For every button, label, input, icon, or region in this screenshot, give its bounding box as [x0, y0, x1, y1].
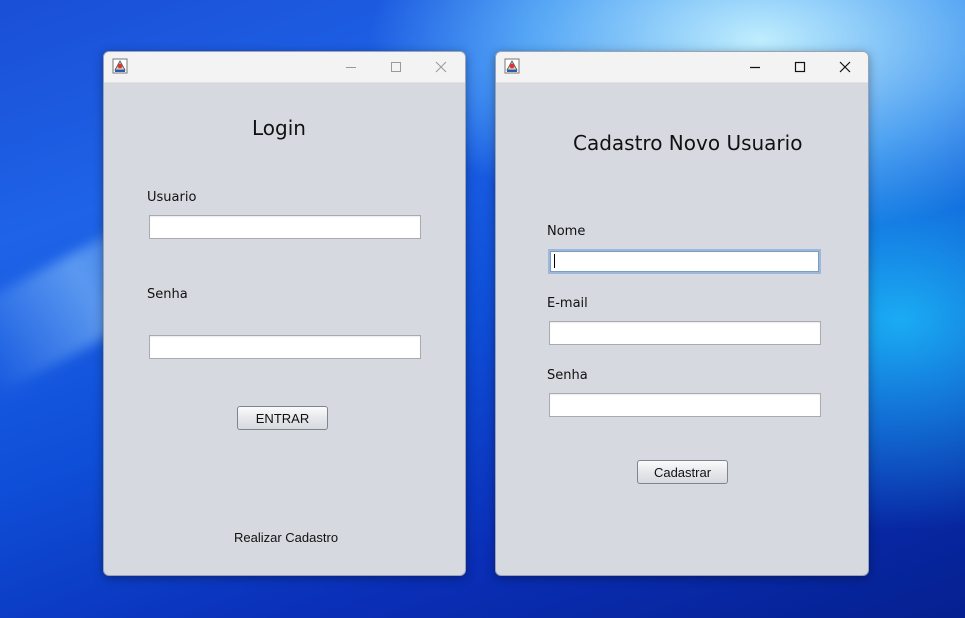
nome-input[interactable] [548, 249, 821, 274]
close-button[interactable] [418, 52, 464, 82]
realizar-cadastro-link[interactable]: Realizar Cadastro [234, 530, 338, 545]
close-icon [435, 61, 447, 73]
register-window: Cadastro Novo Usuario Nome E-mail Senha … [495, 51, 869, 576]
maximize-icon [391, 62, 401, 72]
close-button[interactable] [822, 52, 868, 82]
minimize-icon [750, 66, 760, 69]
close-icon [839, 61, 851, 73]
minimize-button[interactable] [732, 52, 778, 82]
register-senha-input[interactable] [549, 393, 821, 417]
login-titlebar[interactable] [104, 52, 465, 83]
maximize-button[interactable] [777, 52, 823, 82]
login-heading: Login [252, 116, 306, 140]
login-window: Login Usuario Senha ENTRAR Realizar Cada… [103, 51, 466, 576]
email-label: E-mail [547, 296, 588, 311]
maximize-button[interactable] [373, 52, 419, 82]
register-senha-label: Senha [547, 368, 588, 383]
cadastrar-button[interactable]: Cadastrar [637, 460, 728, 484]
usuario-label: Usuario [147, 190, 197, 205]
maximize-icon [794, 61, 806, 73]
register-heading: Cadastro Novo Usuario [573, 131, 803, 155]
register-titlebar[interactable] [496, 52, 868, 83]
usuario-input[interactable] [149, 215, 421, 239]
java-app-icon[interactable] [504, 58, 520, 74]
entrar-button[interactable]: ENTRAR [237, 406, 328, 430]
text-caret [554, 254, 555, 268]
email-input[interactable] [549, 321, 821, 345]
nome-label: Nome [547, 224, 586, 239]
minimize-button[interactable] [328, 52, 374, 82]
senha-label: Senha [147, 287, 188, 302]
senha-input[interactable] [149, 335, 421, 359]
java-app-icon[interactable] [112, 58, 128, 74]
minimize-icon [346, 67, 356, 68]
